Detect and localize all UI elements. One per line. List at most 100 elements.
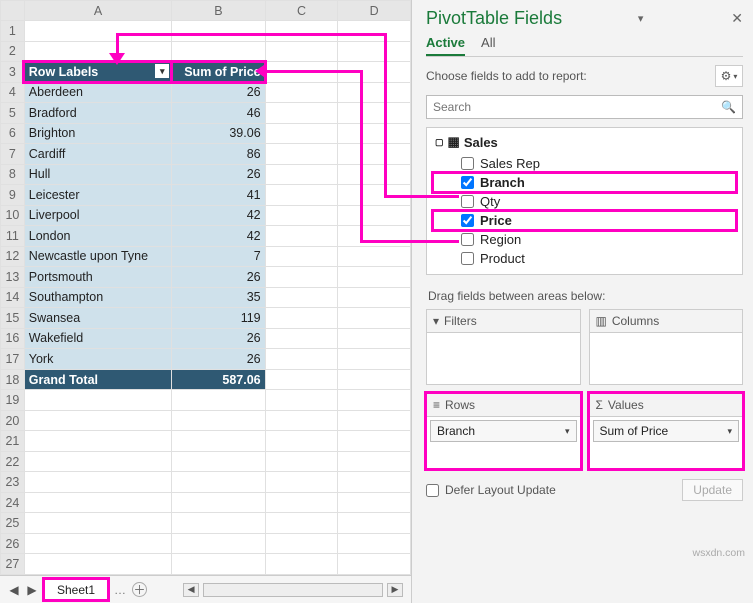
cell[interactable] [172,431,265,452]
cell[interactable] [338,308,411,329]
pane-close-icon[interactable]: ✕ [731,10,743,27]
row-header[interactable]: 1 [1,21,25,42]
row-header[interactable]: 5 [1,103,25,124]
area-filters[interactable]: ▾Filters [426,309,581,385]
cell[interactable] [172,21,265,42]
cell[interactable] [265,451,338,472]
row-header[interactable]: 24 [1,492,25,513]
cell[interactable]: 35 [172,287,265,308]
tab-active[interactable]: Active [426,35,465,56]
cell[interactable] [338,554,411,575]
grid-row[interactable]: 7Cardiff86 [1,144,411,165]
field-item-qty[interactable]: Qty [433,192,736,211]
cell[interactable] [172,513,265,534]
pill-dropdown-icon[interactable]: ▾ [727,426,732,437]
cell[interactable] [24,472,171,493]
row-header[interactable]: 20 [1,410,25,431]
row-header[interactable]: 3 [1,62,25,83]
cell[interactable]: Southampton [24,287,171,308]
row-header[interactable]: 22 [1,451,25,472]
field-checkbox[interactable] [461,214,474,227]
scroll-track[interactable] [203,583,383,597]
cell[interactable]: 26 [172,267,265,288]
grid-row[interactable]: 25 [1,513,411,534]
grid-row[interactable]: 17York26 [1,349,411,370]
cell[interactable] [338,369,411,390]
field-item-product[interactable]: Product [433,249,736,268]
grid-row[interactable]: 21 [1,431,411,452]
cell[interactable] [338,472,411,493]
cell[interactable]: Sum of Price [172,62,265,83]
cell[interactable] [338,267,411,288]
select-all-corner[interactable] [1,1,25,21]
grid-row[interactable]: 26 [1,533,411,554]
cell[interactable] [265,287,338,308]
grid-row[interactable]: 27 [1,554,411,575]
cell[interactable] [338,205,411,226]
field-list-layout-button[interactable]: ⚙ ▾ [715,65,743,87]
search-input[interactable] [433,100,721,114]
row-header[interactable]: 12 [1,246,25,267]
grid-row[interactable]: 6Brighton39.06 [1,123,411,144]
search-icon[interactable]: 🔍 [721,100,736,114]
cell[interactable] [24,451,171,472]
cell[interactable]: 119 [172,308,265,329]
row-header[interactable]: 16 [1,328,25,349]
cell[interactable]: 587.06 [172,369,265,390]
cell[interactable]: Brighton [24,123,171,144]
cell[interactable]: 39.06 [172,123,265,144]
cell[interactable] [338,164,411,185]
grid-row[interactable]: 16Wakefield26 [1,328,411,349]
row-header[interactable]: 10 [1,205,25,226]
cell[interactable] [338,144,411,165]
cell[interactable] [24,513,171,534]
cell[interactable] [338,492,411,513]
cell[interactable] [265,267,338,288]
update-button[interactable]: Update [682,479,743,501]
row-header[interactable]: 23 [1,472,25,493]
cell[interactable] [338,41,411,62]
cell[interactable] [338,513,411,534]
col-header-c[interactable]: C [265,1,338,21]
col-header-b[interactable]: B [172,1,265,21]
column-header-row[interactable]: A B C D [1,1,411,21]
cell[interactable]: Newcastle upon Tyne [24,246,171,267]
cell[interactable] [265,103,338,124]
cell[interactable] [338,410,411,431]
cell[interactable] [24,390,171,411]
field-checkbox[interactable] [461,195,474,208]
sheet-tab-1[interactable]: Sheet1 [44,579,108,600]
cell[interactable] [338,82,411,103]
cell[interactable] [265,205,338,226]
cell[interactable]: 26 [172,82,265,103]
cell[interactable] [338,451,411,472]
row-header[interactable]: 14 [1,287,25,308]
grid-row[interactable]: 20 [1,410,411,431]
cell[interactable] [265,226,338,247]
cell[interactable]: 26 [172,349,265,370]
pill-dropdown-icon[interactable]: ▾ [565,426,570,437]
row-header[interactable]: 26 [1,533,25,554]
row-header[interactable]: 9 [1,185,25,206]
tab-overflow-icon[interactable]: … [114,583,126,597]
cell[interactable] [265,82,338,103]
cell[interactable] [172,533,265,554]
area-rows-body[interactable]: Branch▾ [427,416,580,468]
grid-row[interactable]: 24 [1,492,411,513]
grid-row[interactable]: 4Aberdeen26 [1,82,411,103]
row-header[interactable]: 6 [1,123,25,144]
cell[interactable]: Bradford [24,103,171,124]
grid-row[interactable]: 10Liverpool42 [1,205,411,226]
cell[interactable] [338,246,411,267]
grid-row[interactable]: 12Newcastle upon Tyne7 [1,246,411,267]
cell[interactable]: Portsmouth [24,267,171,288]
row-header[interactable]: 19 [1,390,25,411]
cell[interactable] [338,287,411,308]
cell[interactable]: Swansea [24,308,171,329]
grid-row[interactable]: 11London42 [1,226,411,247]
grid-row[interactable]: 13Portsmouth26 [1,267,411,288]
area-columns[interactable]: ▥Columns [589,309,744,385]
cell[interactable] [338,103,411,124]
tab-all[interactable]: All [481,35,495,56]
field-item-price[interactable]: Price [433,211,736,230]
